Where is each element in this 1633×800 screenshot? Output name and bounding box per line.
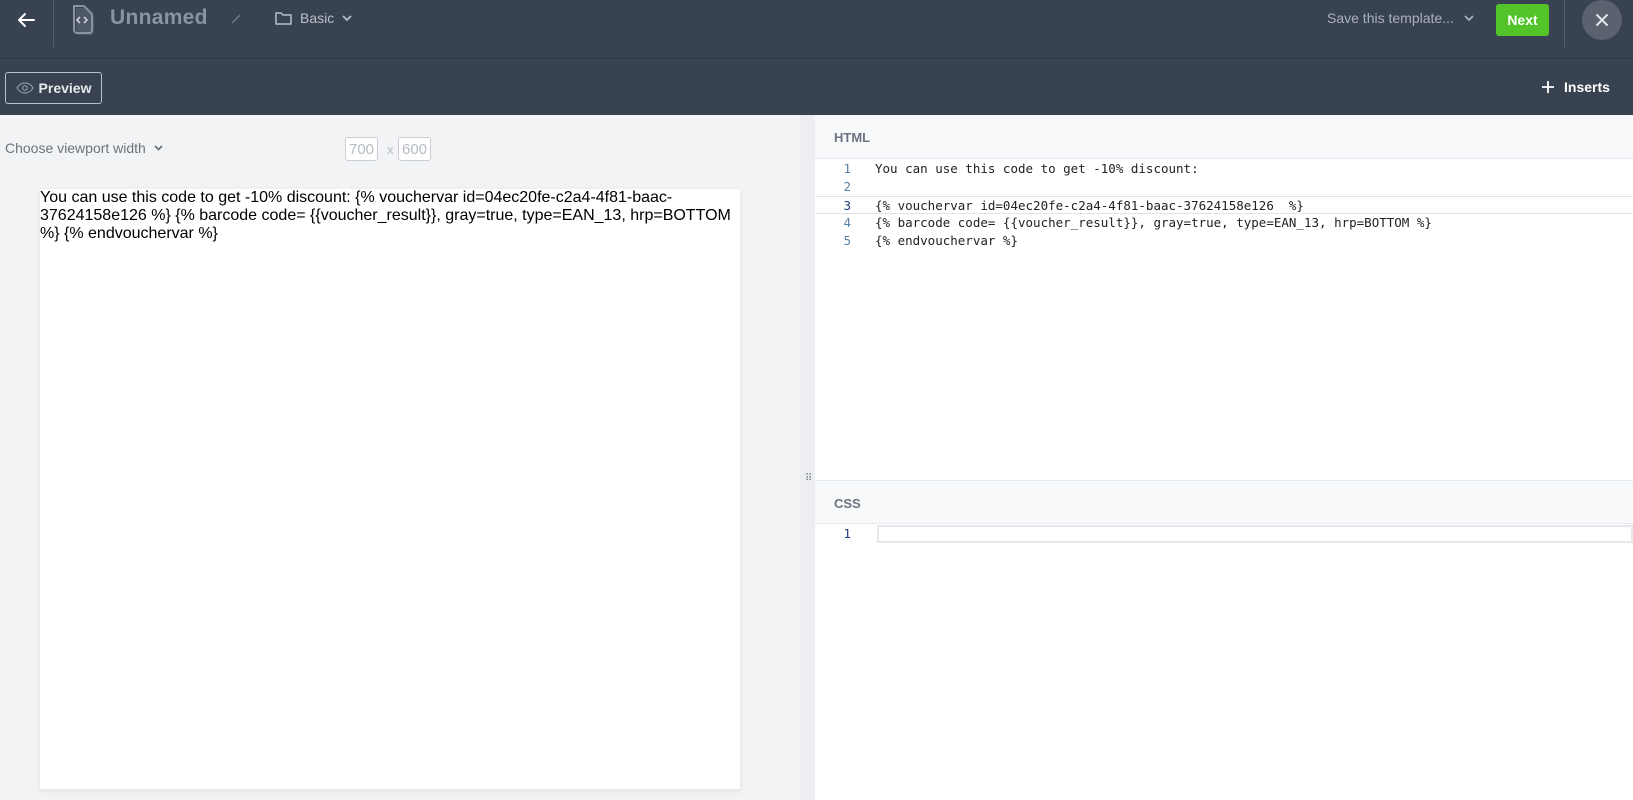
preview-content: You can use this code to get -10% discou… [40,189,731,242]
divider [53,0,54,47]
code-line-active: 3 {% vouchervar id=04ec20fe-c2a4-4f81-baa… [815,196,1633,214]
chevron-down-icon [154,145,163,151]
save-template-label: Save this template... [1327,10,1454,26]
line-number: 1 [843,526,851,541]
pencil-icon[interactable] [230,13,242,28]
viewport-label: Choose viewport width [5,140,146,156]
code-document-icon [70,4,100,36]
arrow-left-icon [18,13,35,27]
html-panel-header: HTML [815,115,1633,159]
inserts-label: Inserts [1564,79,1610,95]
folder-select[interactable]: Basic [275,10,352,26]
next-button[interactable]: Next [1496,4,1549,36]
line-number: 3 [843,198,851,213]
code-line: 4 {% barcode code= {{voucher_result}}, gr… [815,214,1633,232]
chevron-down-icon [1464,14,1474,21]
top-bar: Unnamed Basic Save this template... Next [0,0,1633,59]
code-line: 1 You can use this code to get -10% disco… [815,160,1633,178]
code-pane: HTML 1 You can use this code to get -10% … [805,115,1633,800]
line-number: 5 [843,233,851,248]
back-button[interactable] [8,6,44,34]
code-line: 5 {% endvouchervar %} [815,232,1633,250]
inserts-button[interactable]: Inserts [1542,79,1610,95]
code-line: 2 [815,178,1633,196]
html-panel-title: HTML [834,130,871,145]
code-line-active: 1 [815,525,1633,543]
close-icon [1596,14,1608,26]
line-text: {% endvouchervar %} [875,233,1018,248]
preview-pane: Choose viewport width 700 x 600 You can … [0,115,815,800]
editor-toolbar: Preview Inserts [0,59,1633,115]
css-panel-title: CSS [834,496,861,511]
line-text: You can use this code to get -10% discou… [875,161,1199,176]
css-code-editor[interactable]: 1 [815,525,1633,543]
preview-label: Preview [38,80,92,96]
viewport-height-input[interactable]: 600 [398,137,432,161]
preview-button[interactable]: Preview [5,72,102,104]
line-number: 4 [843,215,851,230]
line-number: 2 [843,179,851,194]
pane-edge [800,115,815,800]
css-input-line[interactable] [877,525,1633,543]
line-text: {% barcode code= {{voucher_result}}, gra… [875,215,1432,230]
viewport-width-select[interactable]: Choose viewport width [5,140,163,156]
line-number: 1 [843,161,851,176]
resize-handle-icon[interactable]: ⠿ [805,473,812,484]
chevron-down-icon [342,14,352,21]
plus-icon [1542,81,1554,93]
dimension-separator: x [387,142,394,157]
eye-icon [15,82,34,94]
close-button[interactable] [1582,0,1622,40]
viewport-width-input[interactable]: 700 [345,137,379,161]
divider [1564,0,1565,47]
template-title[interactable]: Unnamed [110,6,208,30]
line-text: {% vouchervar id=04ec20fe-c2a4-4f81-baac… [875,198,1304,213]
save-template-dropdown[interactable]: Save this template... [1327,10,1474,26]
html-code-editor[interactable]: 1 You can use this code to get -10% disco… [815,160,1633,250]
folder-label: Basic [300,10,335,26]
preview-canvas: You can use this code to get -10% discou… [40,189,740,789]
folder-icon [275,12,292,25]
css-panel-header: CSS [815,480,1633,524]
